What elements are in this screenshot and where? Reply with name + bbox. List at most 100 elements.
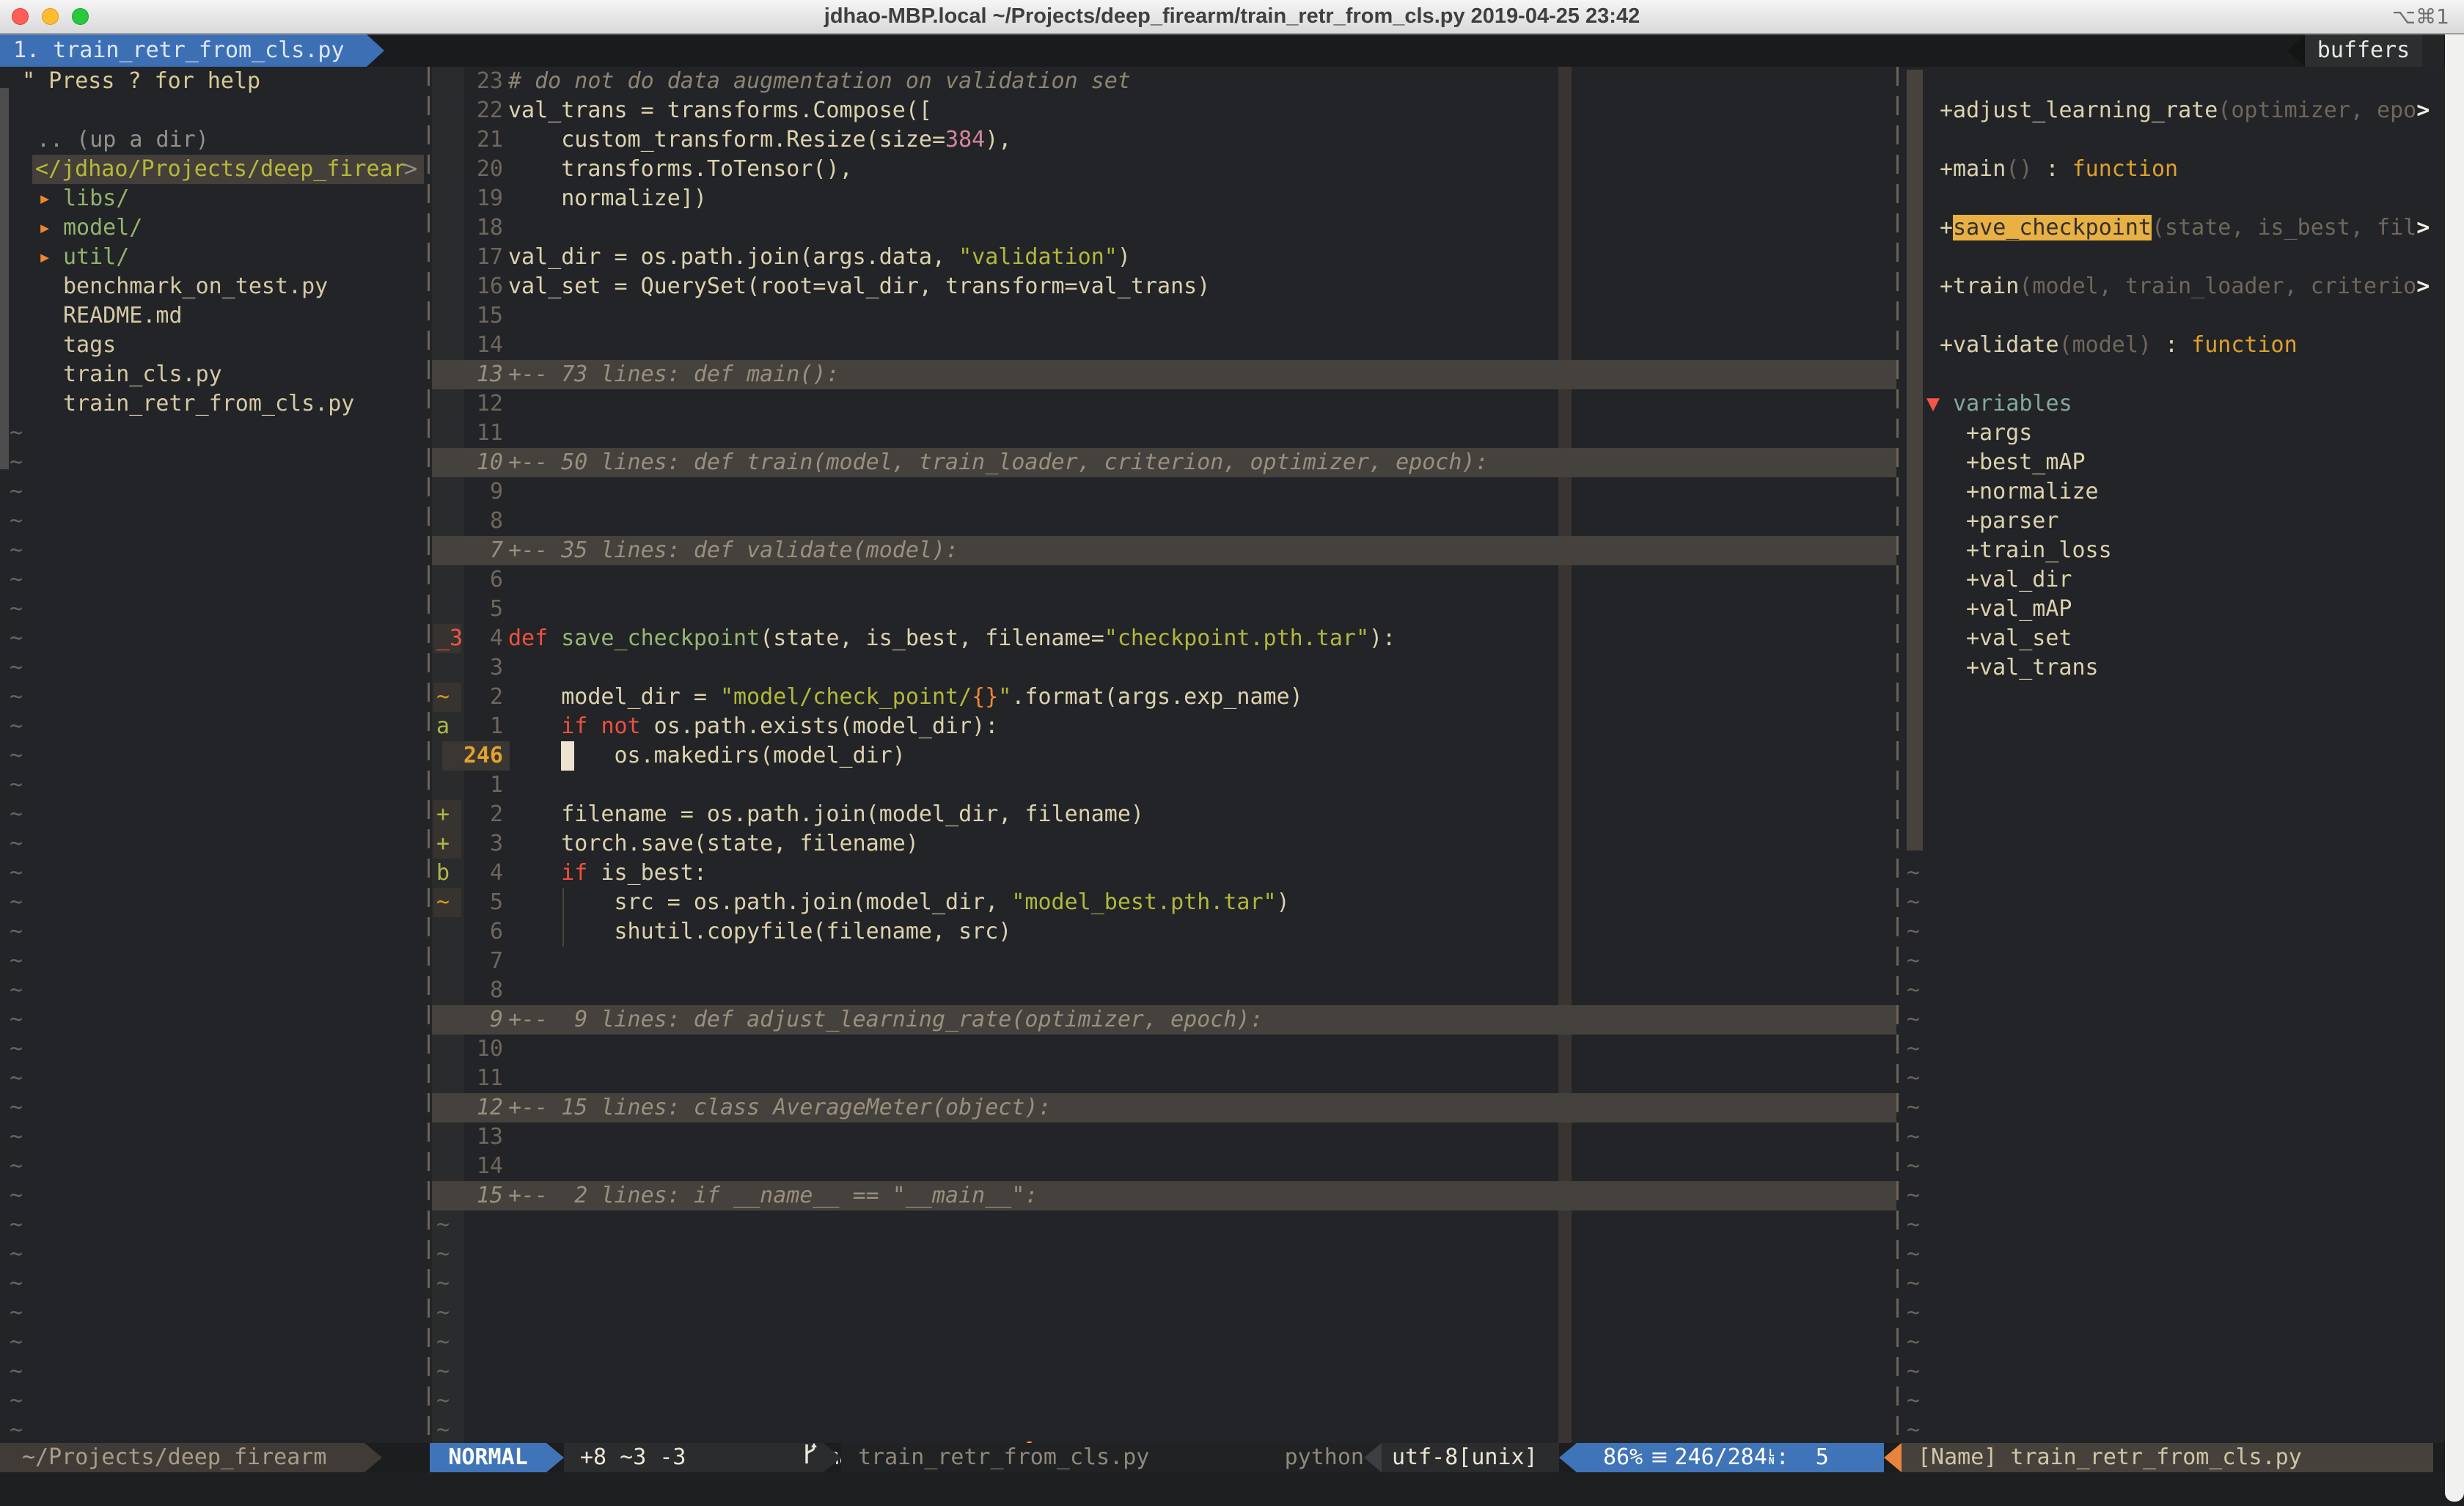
editor-line[interactable]: 16val_set = QuerySet(root=val_dir, trans… <box>432 272 1896 301</box>
editor-line[interactable]: 246 os.makedirs(model_dir) <box>432 741 1896 771</box>
token-p: +best_mAP <box>1966 449 2086 475</box>
tilde-marker: ~ <box>10 595 23 624</box>
tagbar-item[interactable]: +save_checkpoint(state, is_best, fil> <box>1901 213 2444 243</box>
folder-collapsed-icon[interactable]: ▸ <box>38 213 51 243</box>
editor-line[interactable]: 15 <box>432 301 1896 331</box>
editor-line[interactable]: 12 <box>432 389 1896 419</box>
fold-line[interactable]: 9+-- 9 lines: def adjust_learning_rate(o… <box>432 1005 1896 1035</box>
editor-line[interactable]: 14 <box>432 331 1896 360</box>
tagbar-item[interactable]: +normalize <box>1901 477 2444 507</box>
nerdtree-item[interactable]: .. (up a dir) <box>0 125 428 155</box>
window-separator <box>428 67 430 1443</box>
editor-line[interactable]: 8 <box>432 976 1896 1005</box>
token-g: () <box>2006 156 2032 182</box>
empty-line-tilde: ~ <box>1901 1240 2444 1269</box>
editor-line[interactable]: 19 normalize]) <box>432 184 1896 213</box>
nerdtree-file-label: train_retr_from_cls.py <box>63 389 354 419</box>
nerdtree-item[interactable]: README.md <box>0 301 428 331</box>
tagbar-item[interactable]: +val_dir <box>1901 565 2444 595</box>
tilde-marker: ~ <box>10 1152 23 1181</box>
tagbar-item[interactable]: +adjust_learning_rate(optimizer, epo> <box>1901 96 2444 125</box>
nerdtree-item[interactable]: ▸util/ <box>0 243 428 272</box>
tagbar-item[interactable]: +val_set <box>1901 624 2444 653</box>
editor-line[interactable]: 3 <box>432 653 1896 683</box>
editor-line[interactable]: 23# do not do data augmentation on valid… <box>432 67 1896 96</box>
fold-line[interactable]: 12+-- 15 lines: class AverageMeter(objec… <box>432 1093 1896 1123</box>
editor-line[interactable]: 7 <box>432 947 1896 976</box>
tagbar-item[interactable]: +train_loss <box>1901 536 2444 565</box>
code-text: # do not do data augmentation on validat… <box>508 67 1131 96</box>
tabline-buffers-label[interactable]: buffers <box>2305 34 2422 67</box>
editor-line[interactable]: ~5 src = os.path.join(model_dir, "model_… <box>432 888 1896 917</box>
tagbar-item-text: +train_loss <box>1966 536 2112 565</box>
window-scrollbar[interactable] <box>2445 34 2464 1502</box>
tagbar-item[interactable]: +args <box>1901 419 2444 448</box>
empty-line-tilde: ~ <box>1901 1005 2444 1035</box>
nerdtree-item[interactable]: train_cls.py <box>0 360 428 389</box>
editor-line[interactable]: 13 <box>432 1123 1896 1152</box>
fold-line[interactable]: 13+-- 73 lines: def main(): <box>432 360 1896 389</box>
tagbar-item[interactable]: ▼ variables <box>1901 389 2444 419</box>
line-number: 14 <box>450 1152 503 1181</box>
editor-line[interactable]: 22val_trans = transforms.Compose([ <box>432 96 1896 125</box>
tagbar-item[interactable]: +parser <box>1901 507 2444 536</box>
editor-line[interactable]: 14 <box>432 1152 1896 1181</box>
editor-line[interactable]: 9 <box>432 477 1896 507</box>
command-line[interactable] <box>0 1472 2464 1506</box>
editor-line[interactable]: 20 transforms.ToTensor(), <box>432 155 1896 184</box>
nerdtree-item[interactable]: " Press ? for help <box>0 67 428 96</box>
nerdtree-item[interactable]: ▸model/ <box>0 213 428 243</box>
empty-line-tilde: ~ <box>0 565 428 595</box>
tilde-marker: ~ <box>10 1093 23 1123</box>
editor-line[interactable]: 6 <box>432 565 1896 595</box>
tagbar-item[interactable]: +best_mAP <box>1901 448 2444 477</box>
code-text: torch.save(state, filename) <box>508 829 919 859</box>
nerdtree-scrollbar-thumb[interactable] <box>0 88 9 469</box>
nerdtree-item[interactable]: benchmark_on_test.py <box>0 272 428 301</box>
empty-line-tilde: ~ <box>1901 683 2444 712</box>
editor-line[interactable]: _34def save_checkpoint(state, is_best, f… <box>432 624 1896 653</box>
token-p: +normalize <box>1966 479 2099 504</box>
editor-line[interactable]: +3 torch.save(state, filename) <box>432 829 1896 859</box>
tagbar-item[interactable]: +main() : function <box>1901 155 2444 184</box>
nerdtree-root[interactable]: </jdhao/Projects/deep_firear> <box>0 155 428 184</box>
code-text: val_dir = os.path.join(args.data, "valid… <box>508 243 1131 272</box>
tab-current-buffer[interactable]: 1. train_retr_from_cls.py <box>0 34 367 67</box>
token-p: +parser <box>1966 508 2058 534</box>
editor-line[interactable]: 6 shutil.copyfile(filename, src) <box>432 917 1896 947</box>
nerdtree-item[interactable]: ▸libs/ <box>0 184 428 213</box>
tagbar-item[interactable]: +validate(model) : function <box>1901 331 2444 360</box>
tagbar-scrollbar-thumb[interactable] <box>1907 70 1923 851</box>
editor-line[interactable]: 18 <box>432 213 1896 243</box>
editor-line[interactable]: ~2 model_dir = "model/check_point/{}".fo… <box>432 683 1896 712</box>
editor-line[interactable]: 5 <box>432 595 1896 624</box>
editor-line[interactable]: b4 if is_best: <box>432 859 1896 888</box>
editor-line[interactable]: 21 custom_transform.Resize(size=384), <box>432 125 1896 155</box>
nerdtree-item[interactable]: train_retr_from_cls.py <box>0 389 428 419</box>
tilde-marker: ~ <box>10 507 23 536</box>
folder-collapsed-icon[interactable]: ▸ <box>38 184 51 213</box>
editor-line[interactable]: 11 <box>432 419 1896 448</box>
nerdtree-item[interactable]: tags <box>0 331 428 360</box>
folder-collapsed-icon[interactable]: ▸ <box>38 243 51 272</box>
tagbar-item[interactable]: +train(model, train_loader, criterio> <box>1901 272 2444 301</box>
tagbar-item[interactable]: +val_trans <box>1901 653 2444 683</box>
tagbar-item[interactable]: +val_mAP <box>1901 595 2444 624</box>
editor-line[interactable]: 1 <box>432 771 1896 800</box>
fold-line[interactable]: 15+-- 2 lines: if __name__ == "__main__"… <box>432 1181 1896 1211</box>
line-number: 2 <box>450 683 503 712</box>
token-p: ): <box>1369 625 1396 651</box>
editor-line[interactable]: 10 <box>432 1035 1896 1064</box>
editor-line[interactable]: 11 <box>432 1064 1896 1093</box>
tilde-marker: ~ <box>436 1299 450 1328</box>
tilde-marker: ~ <box>1907 888 1920 917</box>
line-number: 11 <box>450 1064 503 1093</box>
tilde-marker: ~ <box>10 888 23 917</box>
fold-line[interactable]: 7+-- 35 lines: def validate(model): <box>432 536 1896 565</box>
editor-line[interactable]: +2 filename = os.path.join(model_dir, fi… <box>432 800 1896 829</box>
fold-line[interactable]: 10+-- 50 lines: def train(model, train_l… <box>432 448 1896 477</box>
editor-line[interactable]: a1 if not os.path.exists(model_dir): <box>432 712 1896 741</box>
editor-line[interactable]: 17val_dir = os.path.join(args.data, "val… <box>432 243 1896 272</box>
token-s: " <box>998 684 1011 710</box>
editor-line[interactable]: 8 <box>432 507 1896 536</box>
